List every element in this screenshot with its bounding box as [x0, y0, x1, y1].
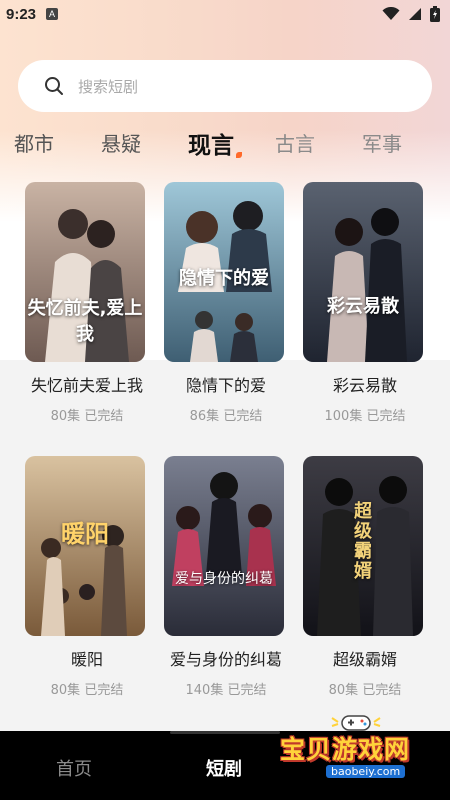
category-tabs: 都市 悬疑 现言 古言 军事 [0, 120, 450, 164]
tab-military[interactable]: 军事 [362, 128, 402, 157]
drama-poster[interactable]: 爱与身份的纠葛 [164, 456, 284, 636]
drama-poster[interactable]: 暖阳 [25, 456, 145, 636]
poster-title: 暖阳 [61, 520, 109, 548]
drama-title: 暖阳 [70, 650, 103, 669]
drama-card[interactable]: 彩云易散 彩云易散 100集 已完结 [303, 182, 427, 424]
drama-meta: 86集 已完结 [164, 405, 288, 424]
tab-urban[interactable]: 都市 [14, 128, 54, 157]
nav-indicator [170, 731, 280, 734]
drama-meta: 80集 已完结 [25, 679, 149, 698]
search-placeholder: 搜索短剧 [78, 77, 139, 96]
drama-title: 爱与身份的纠葛 [169, 650, 282, 669]
active-tab-indicator [236, 152, 242, 158]
episode-count: 100集 [324, 409, 363, 424]
completion-status: 已完结 [362, 683, 402, 698]
completion-status: 已完结 [84, 683, 124, 698]
search-input[interactable]: 搜索短剧 [18, 60, 432, 112]
completion-status: 已完结 [223, 409, 263, 424]
poster-title: 超级霸婿 [354, 501, 372, 582]
episode-count: 80集 [50, 409, 81, 424]
drama-poster[interactable]: 超级霸婿 [303, 456, 423, 636]
drama-poster[interactable]: 彩云易散 [303, 182, 423, 362]
tab-ancient-romance[interactable]: 古言 [275, 128, 315, 157]
poster-title: 失忆前夫,爱上我 [27, 298, 143, 345]
drama-card[interactable]: 超级霸婿 超级霸婿 80集 已完结 [303, 456, 427, 698]
wifi-icon [382, 7, 400, 20]
watermark-url: baobeiy.com [326, 765, 406, 778]
nav-item-home[interactable]: 首页 [56, 755, 92, 781]
drama-title: 失忆前夫爱上我 [30, 376, 143, 395]
search-icon [45, 77, 63, 95]
tab-modern-romance[interactable]: 现言 [188, 126, 234, 160]
drama-card[interactable]: 暖阳 暖阳 80集 已完结 [25, 456, 149, 698]
completion-status: 已完结 [227, 683, 267, 698]
nav-item-shorts[interactable]: 短剧 [206, 755, 242, 781]
episode-count: 80集 [50, 683, 81, 698]
completion-status: 已完结 [84, 409, 124, 424]
drama-title: 隐情下的爱 [185, 376, 266, 395]
drama-meta: 140集 已完结 [164, 679, 288, 698]
episode-count: 80集 [328, 683, 359, 698]
poster-title: 爱与身份的纠葛 [175, 571, 273, 587]
episode-count: 86集 [189, 409, 220, 424]
completion-status: 已完结 [366, 409, 406, 424]
notification-app-icon: A [46, 8, 59, 20]
status-bar: 9:23 A [0, 0, 450, 28]
battery-icon [430, 6, 440, 22]
drama-card[interactable]: 失忆前夫,爱上我 失忆前夫爱上我 80集 已完结 [25, 182, 149, 424]
drama-poster[interactable]: 失忆前夫,爱上我 [25, 182, 145, 362]
tab-suspense[interactable]: 悬疑 [101, 128, 141, 157]
status-time: 9:23 [6, 5, 37, 23]
drama-meta: 80集 已完结 [303, 679, 427, 698]
drama-meta: 100集 已完结 [303, 405, 427, 424]
drama-card[interactable]: 隐情下的爱 隐情下的爱 86集 已完结 [164, 182, 288, 424]
site-watermark: 宝贝游戏网 baobeiy.com [270, 712, 448, 782]
watermark-text: 宝贝游戏网 [280, 735, 411, 764]
signal-icon [409, 8, 421, 20]
drama-card[interactable]: 爱与身份的纠葛 爱与身份的纠葛 140集 已完结 [164, 456, 288, 698]
drama-meta: 80集 已完结 [25, 405, 149, 424]
poster-title: 彩云易散 [327, 296, 399, 317]
drama-title: 超级霸婿 [332, 650, 397, 669]
drama-title: 彩云易散 [332, 376, 397, 395]
drama-poster[interactable]: 隐情下的爱 [164, 182, 284, 362]
episode-count: 140集 [185, 683, 224, 698]
poster-title: 隐情下的爱 [179, 268, 269, 289]
